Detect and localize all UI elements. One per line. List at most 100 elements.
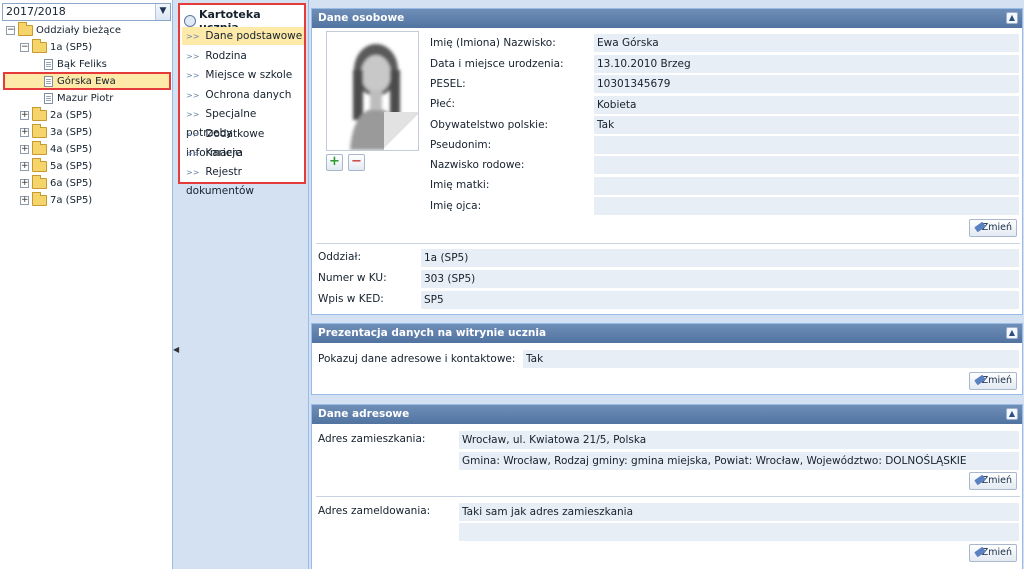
panel-title: Dane adresowe	[318, 408, 410, 420]
school-year-select[interactable]: 2017/2018 ▼	[2, 3, 171, 21]
expand-icon[interactable]: +	[20, 196, 29, 205]
double-chevron-up-icon[interactable]: ▲	[1006, 12, 1018, 24]
menu-item-rodzina[interactable]: >> Rodzina	[182, 47, 304, 65]
tree-class[interactable]: + 6a (SP5)	[20, 175, 92, 192]
tree-root[interactable]: − Oddziały bieżące	[6, 22, 121, 39]
field-value: 303 (SP5)	[421, 270, 1019, 288]
student-icon	[44, 93, 53, 104]
field-value: 1a (SP5)	[421, 249, 1019, 267]
field-label: Adres zamieszkania:	[318, 433, 426, 445]
tree-class[interactable]: + 3a (SP5)	[20, 124, 92, 141]
field-value	[594, 197, 1019, 215]
panel-header: Dane osobowe ▲	[312, 9, 1022, 28]
field-value: Tak	[594, 116, 1019, 134]
remove-photo-icon[interactable]: −	[348, 154, 365, 171]
menu-item-dane-podstawowe[interactable]: >> Dane podstawowe	[182, 27, 304, 45]
field-label: Płeć:	[430, 98, 456, 110]
field-value	[594, 156, 1019, 174]
folder-icon	[32, 107, 47, 121]
folder-icon	[32, 124, 47, 138]
field-label: Nazwisko rodowe:	[430, 159, 525, 171]
field-label: Pseudonim:	[430, 139, 492, 151]
tree-student[interactable]: Mazur Piotr	[44, 90, 113, 107]
field-label: Wpis w KED:	[318, 293, 384, 305]
expand-icon[interactable]: +	[20, 145, 29, 154]
menu-item-label: Miejsce w szkole	[205, 69, 293, 81]
student-menu-panel: Kartoteka ucznia >>Dane podstawowe >>Rod…	[173, 0, 309, 569]
collapse-handle-icon[interactable]: ◀	[173, 345, 179, 354]
field-value: 10301345679	[594, 75, 1019, 93]
panel-header: Dane adresowe ▲	[312, 405, 1022, 424]
tree-student-label: Górska Ewa	[57, 75, 116, 87]
edit-button-label: Zmień	[981, 222, 1012, 233]
personal-data-panel: Dane osobowe ▲ + − Imię (Imiona) Nazwisk…	[311, 8, 1023, 315]
tree-class-label: 6a (SP5)	[50, 178, 93, 189]
class-tree-panel: 2017/2018 ▼ − Oddziały bieżące − 1a (SP5…	[0, 0, 173, 569]
menu-item-specjalne-potrzeby[interactable]: >> Specjalne potrzeby	[182, 105, 304, 139]
registered-line-2	[459, 523, 1019, 541]
menu-item-rejestr-dokumentow[interactable]: >> Rejestr dokumentów	[182, 163, 304, 197]
student-icon	[44, 75, 53, 87]
chevron-right-icon: >>	[186, 110, 200, 119]
tree-class[interactable]: + 7a (SP5)	[20, 192, 92, 209]
residence-line-2: Gmina: Wrocław, Rodzaj gminy: gmina miej…	[459, 452, 1019, 470]
field-label: Pokazuj dane adresowe i kontaktowe:	[318, 353, 516, 365]
divider	[316, 243, 1020, 244]
tree-class[interactable]: + 4a (SP5)	[20, 141, 92, 158]
edit-registered-button[interactable]: Zmień	[969, 544, 1017, 562]
tree-student-selected[interactable]: Górska Ewa	[3, 72, 171, 90]
expand-icon[interactable]: +	[20, 162, 29, 171]
field-value: Tak	[523, 350, 1019, 368]
tree-student-label: Mazur Piotr	[57, 93, 114, 104]
expand-icon[interactable]: +	[20, 111, 29, 120]
edit-residence-button[interactable]: Zmień	[969, 472, 1017, 490]
field-label: Data i miejsce urodzenia:	[430, 58, 564, 70]
edit-personal-button[interactable]: Zmień	[969, 219, 1017, 237]
tree-class-label: 5a (SP5)	[50, 161, 93, 172]
field-label: PESEL:	[430, 78, 466, 90]
presentation-panel: Prezentacja danych na witrynie ucznia ▲ …	[311, 323, 1023, 395]
student-photo	[326, 31, 419, 151]
address-panel: Dane adresowe ▲ Adres zamieszkania: Wroc…	[311, 404, 1023, 569]
tree-student[interactable]: Bąk Feliks	[44, 56, 107, 73]
tree-class-label: 3a (SP5)	[50, 127, 93, 138]
chevron-down-icon[interactable]: ▼	[155, 4, 170, 20]
user-icon	[184, 15, 196, 27]
collapse-icon[interactable]: −	[20, 43, 29, 52]
menu-item-ochrona-danych[interactable]: >> Ochrona danych	[182, 86, 304, 104]
school-year-value: 2017/2018	[6, 5, 66, 18]
page-curl-icon	[384, 112, 418, 150]
tree-class-label: 1a (SP5)	[50, 42, 93, 53]
menu-item-kariera[interactable]: >> Kariera	[182, 144, 304, 162]
folder-icon	[32, 141, 47, 155]
tree-class-1a[interactable]: − 1a (SP5)	[20, 39, 92, 56]
menu-item-dodatkowe-informacje[interactable]: >> Dodatkowe informacje	[182, 125, 304, 159]
folder-open-icon	[32, 39, 47, 53]
chevron-right-icon: >>	[186, 91, 200, 100]
expand-icon[interactable]: +	[20, 128, 29, 137]
double-chevron-up-icon[interactable]: ▲	[1006, 327, 1018, 339]
edit-button-label: Zmień	[981, 547, 1012, 558]
field-value	[594, 177, 1019, 195]
chevron-right-icon: >>	[186, 130, 200, 139]
field-value: Kobieta	[594, 96, 1019, 114]
tree-class-label: 2a (SP5)	[50, 110, 93, 121]
double-chevron-up-icon[interactable]: ▲	[1006, 408, 1018, 420]
field-label: Adres zameldowania:	[318, 505, 431, 517]
edit-button-label: Zmień	[981, 375, 1012, 386]
folder-icon	[32, 192, 47, 206]
field-label: Obywatelstwo polskie:	[430, 119, 549, 131]
collapse-icon[interactable]: −	[6, 26, 15, 35]
edit-presentation-button[interactable]: Zmień	[969, 372, 1017, 390]
folder-open-icon	[18, 22, 33, 36]
field-label: Imię ojca:	[430, 200, 482, 212]
tree-class[interactable]: + 2a (SP5)	[20, 107, 92, 124]
expand-icon[interactable]: +	[20, 179, 29, 188]
registered-line-1: Taki sam jak adres zamieszkania	[459, 503, 1019, 521]
menu-item-label: Dane podstawowe	[205, 30, 303, 42]
menu-item-miejsce-w-szkole[interactable]: >> Miejsce w szkole	[182, 66, 304, 84]
field-value: 13.10.2010 Brzeg	[594, 55, 1019, 73]
tree-class[interactable]: + 5a (SP5)	[20, 158, 92, 175]
add-photo-icon[interactable]: +	[326, 154, 343, 171]
panel-title: Dane osobowe	[318, 12, 405, 24]
